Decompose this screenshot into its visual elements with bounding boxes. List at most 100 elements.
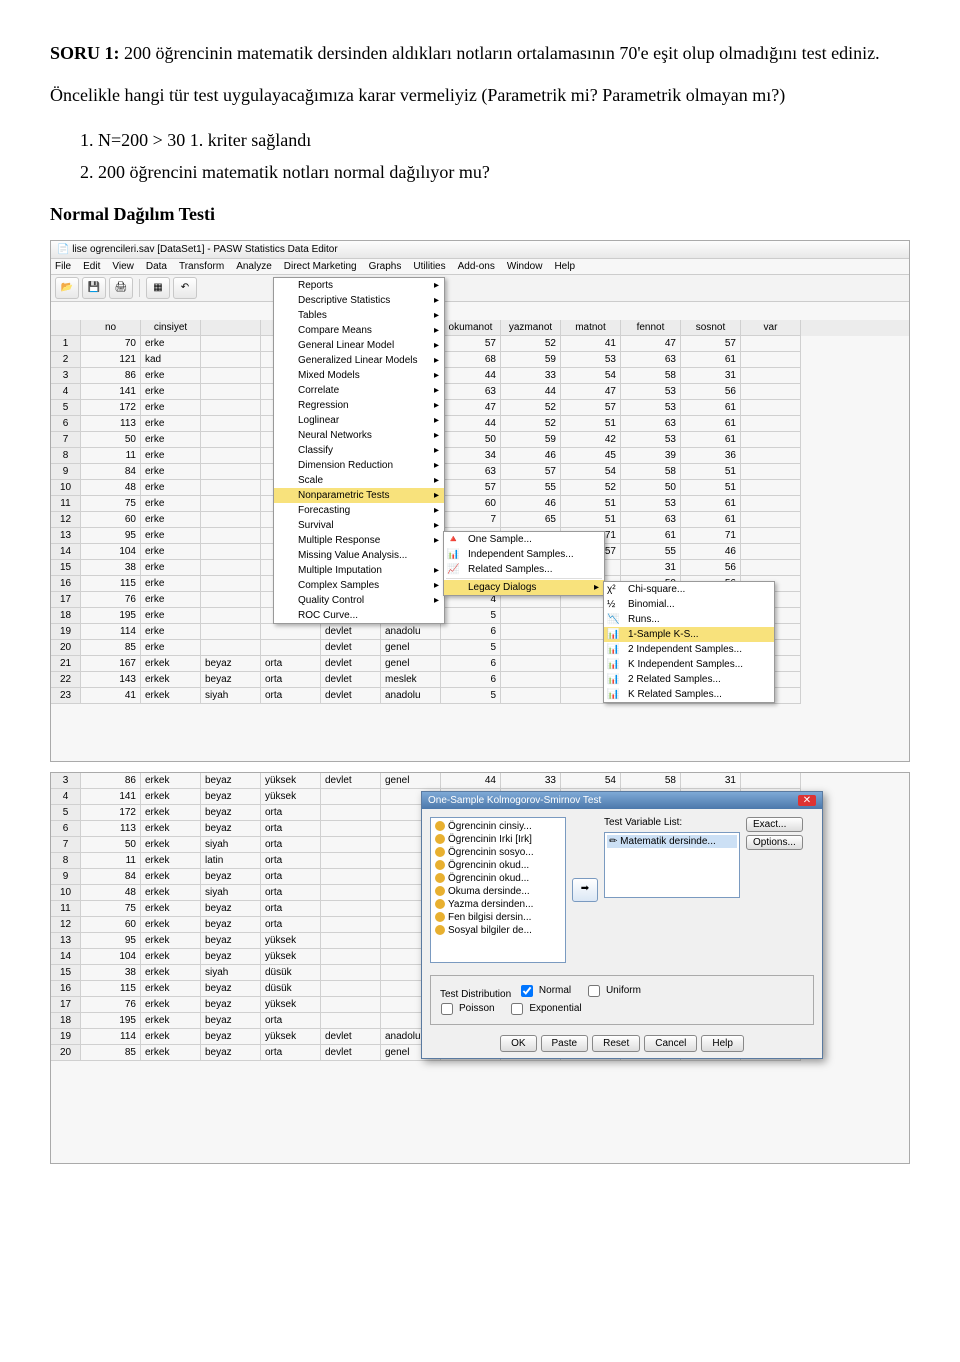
mi-nonparametric-tests[interactable]: Nonparametric Tests bbox=[274, 488, 444, 503]
cancel-button[interactable]: Cancel bbox=[644, 1035, 697, 1052]
mi-scale[interactable]: Scale bbox=[274, 473, 444, 488]
question-text: 200 öğrencinin matematik dersinden aldık… bbox=[120, 43, 880, 63]
mi-survival[interactable]: Survival bbox=[274, 518, 444, 533]
mi-regression[interactable]: Regression bbox=[274, 398, 444, 413]
var-item[interactable]: Fen bilgisi dersin... bbox=[433, 911, 563, 924]
dialog-titlebar: One-Sample Kolmogorov-Smirnov Test ✕ bbox=[422, 792, 822, 809]
chk-uniform[interactable]: Uniform bbox=[584, 982, 641, 1000]
var-item[interactable]: Ögrencinin okud... bbox=[433, 859, 563, 872]
var-item[interactable]: Ögrencinin okud... bbox=[433, 872, 563, 885]
mi-complex-samples[interactable]: Complex Samples bbox=[274, 578, 444, 593]
mi-kindep[interactable]: 📊K Independent Samples... bbox=[604, 657, 774, 672]
source-var-list[interactable]: Ögrencinin cinsiy... Ögrencinin Irki [Ir… bbox=[430, 817, 566, 963]
window-titlebar: 📄 lise ogrencileri.sav [DataSet1] - PASW… bbox=[51, 241, 909, 259]
paste-button[interactable]: Paste bbox=[541, 1035, 589, 1052]
table-row: 21167erkekbeyazortadevletgenel66641 bbox=[51, 656, 909, 672]
menu-edit[interactable]: Edit bbox=[83, 261, 100, 272]
question-label: SORU 1: bbox=[50, 43, 120, 63]
mi-general-linear-model[interactable]: General Linear Model bbox=[274, 338, 444, 353]
open-icon[interactable]: 📂 bbox=[55, 277, 79, 299]
criteria-list: 1. N=200 > 30 1. kriter sağlandı 2. 200 … bbox=[80, 124, 910, 189]
chk-normal[interactable]: Normal bbox=[517, 982, 571, 1000]
mi-forecasting[interactable]: Forecasting bbox=[274, 503, 444, 518]
mi-compare-means[interactable]: Compare Means bbox=[274, 323, 444, 338]
mi-one-sample[interactable]: 🔺One Sample... bbox=[444, 532, 604, 547]
var-item[interactable]: Ögrencinin Irki [Irk] bbox=[433, 833, 563, 846]
mi-binomial[interactable]: ½Binomial... bbox=[604, 597, 774, 612]
table-row: 170erkedevletgenel5752414757 bbox=[51, 336, 909, 352]
mi-1sample-ks[interactable]: 📊1-Sample K-S... bbox=[604, 627, 774, 642]
mi-2indep[interactable]: 📊2 Independent Samples... bbox=[604, 642, 774, 657]
mi-runs[interactable]: 📉Runs... bbox=[604, 612, 774, 627]
table-row: 1175erkedevletmeslek6046515361 bbox=[51, 496, 909, 512]
menu-transform[interactable]: Transform bbox=[179, 261, 224, 272]
move-right-button[interactable]: ➡ bbox=[572, 878, 598, 902]
exact-button[interactable]: Exact... bbox=[746, 817, 803, 832]
mi-classify[interactable]: Classify bbox=[274, 443, 444, 458]
print-icon[interactable]: 🖨 bbox=[109, 277, 133, 299]
table-row: 1048erkedevletanadolu5755525051 bbox=[51, 480, 909, 496]
mi-missing-value-analysis-[interactable]: Missing Value Analysis... bbox=[274, 548, 444, 563]
data-grid: 170erkedevletgenel57524147572121kaddevle… bbox=[51, 336, 909, 704]
list-item-1: 1. N=200 > 30 1. kriter sağlandı bbox=[80, 124, 910, 156]
mi-neural-networks[interactable]: Neural Networks bbox=[274, 428, 444, 443]
mi-krelated[interactable]: 📊K Related Samples... bbox=[604, 687, 774, 702]
table-row: 1260erke765516361 bbox=[51, 512, 909, 528]
menu-file[interactable]: File bbox=[55, 261, 71, 272]
chk-exponential[interactable]: Exponential bbox=[507, 1000, 581, 1018]
test-dist-legend: Test Distribution bbox=[437, 989, 514, 1000]
var-item[interactable]: Okuma dersinde... bbox=[433, 885, 563, 898]
var-item[interactable]: Ögrencinin sosyo... bbox=[433, 846, 563, 859]
menu-addons[interactable]: Add-ons bbox=[458, 261, 495, 272]
table-row: 2085erkedevletgenel55346 bbox=[51, 640, 909, 656]
menu-window[interactable]: Window bbox=[507, 261, 543, 272]
menu-help[interactable]: Help bbox=[554, 261, 575, 272]
mi-dimension-reduction[interactable]: Dimension Reduction bbox=[274, 458, 444, 473]
table-row: 18195erkeözelgenel55856 bbox=[51, 608, 909, 624]
mi-roc-curve-[interactable]: ROC Curve... bbox=[274, 608, 444, 623]
var-item[interactable]: Yazma dersinden... bbox=[433, 898, 563, 911]
options-button[interactable]: Options... bbox=[746, 835, 803, 850]
mi-reports[interactable]: Reports bbox=[274, 278, 444, 293]
chk-poisson[interactable]: Poisson bbox=[437, 1000, 495, 1018]
menu-direct-marketing[interactable]: Direct Marketing bbox=[284, 261, 357, 272]
mi-2related[interactable]: 📊2 Related Samples... bbox=[604, 672, 774, 687]
test-var-list[interactable]: ✏ Matematik dersinde... bbox=[604, 832, 740, 898]
move-button-area: ➡ bbox=[572, 817, 598, 963]
table-row: 19114erkedevletanadolu65561 bbox=[51, 624, 909, 640]
table-row: 811erkedevletanadolu3446453936 bbox=[51, 448, 909, 464]
selected-var[interactable]: ✏ Matematik dersinde... bbox=[607, 835, 737, 848]
save-icon[interactable]: 💾 bbox=[82, 277, 106, 299]
dialog-close-icon[interactable]: ✕ bbox=[798, 795, 816, 806]
data-view-icon[interactable]: ▦ bbox=[146, 277, 170, 299]
menu-utilities[interactable]: Utilities bbox=[413, 261, 445, 272]
undo-icon[interactable]: ↶ bbox=[173, 277, 197, 299]
nonparametric-submenu: 🔺One Sample... 📊Independent Samples... 📈… bbox=[443, 531, 605, 596]
mi-related-samples[interactable]: 📈Related Samples... bbox=[444, 562, 604, 577]
mi-mixed-models[interactable]: Mixed Models bbox=[274, 368, 444, 383]
menu-graphs[interactable]: Graphs bbox=[369, 261, 402, 272]
mi-descriptive-statistics[interactable]: Descriptive Statistics bbox=[274, 293, 444, 308]
toolbar: 📂 💾 🖨 ▦ ↶ bbox=[51, 275, 909, 302]
menu-data[interactable]: Data bbox=[146, 261, 167, 272]
help-button[interactable]: Help bbox=[701, 1035, 744, 1052]
mi-generalized-linear-models[interactable]: Generalized Linear Models bbox=[274, 353, 444, 368]
ok-button[interactable]: OK bbox=[500, 1035, 536, 1052]
menubar: File Edit View Data Transform Analyze Di… bbox=[51, 259, 909, 275]
table-row: 2121kaddevletmeslek6859536361 bbox=[51, 352, 909, 368]
reset-button[interactable]: Reset bbox=[592, 1035, 640, 1052]
table-row: 386erkedevletgenel4433545831 bbox=[51, 368, 909, 384]
mi-indep-samples[interactable]: 📊Independent Samples... bbox=[444, 547, 604, 562]
var-item[interactable]: Ögrencinin cinsiy... bbox=[433, 820, 563, 833]
mi-loglinear[interactable]: Loglinear bbox=[274, 413, 444, 428]
mi-legacy-dialogs[interactable]: Legacy Dialogs bbox=[444, 580, 604, 595]
mi-correlate[interactable]: Correlate bbox=[274, 383, 444, 398]
menu-view[interactable]: View bbox=[112, 261, 134, 272]
menu-analyze[interactable]: Analyze bbox=[236, 261, 272, 272]
mi-multiple-imputation[interactable]: Multiple Imputation bbox=[274, 563, 444, 578]
mi-quality-control[interactable]: Quality Control bbox=[274, 593, 444, 608]
var-item[interactable]: Sosyal bilgiler de... bbox=[433, 924, 563, 937]
mi-tables[interactable]: Tables bbox=[274, 308, 444, 323]
mi-multiple-response[interactable]: Multiple Response bbox=[274, 533, 444, 548]
mi-chi-square[interactable]: χ²Chi-square... bbox=[604, 582, 774, 597]
